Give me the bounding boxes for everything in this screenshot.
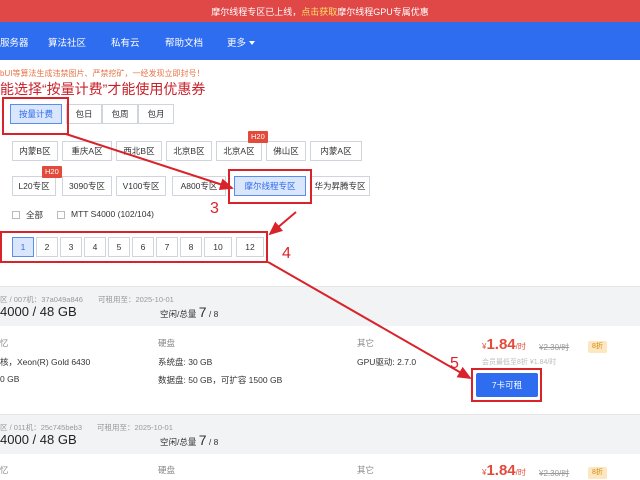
arrow-to-pagination [268, 211, 297, 236]
arrow-to-rent [267, 261, 472, 379]
arrow-to-zone [65, 133, 234, 190]
annotation-arrows [65, 133, 472, 379]
